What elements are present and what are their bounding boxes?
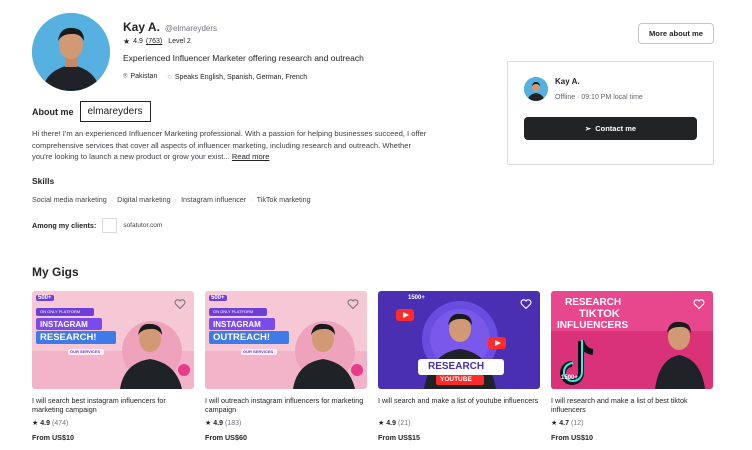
- gig-banner-text: ON ONLY PLATFORM: [213, 309, 254, 314]
- gig-headline-1: INSTAGRAM: [40, 320, 88, 329]
- clients-row: Among my clients: sofatutor.com: [32, 218, 162, 233]
- gig-rating: ★ 4.7 (12): [551, 419, 713, 428]
- gig-rating: ★ 4.9 (474): [32, 419, 194, 428]
- gig-headline-1: INSTAGRAM: [213, 320, 261, 329]
- star-icon: ★: [123, 37, 131, 46]
- profile-name-row: Kay A. @elmareyders: [123, 20, 217, 34]
- star-icon: ★: [551, 420, 558, 427]
- gig-title[interactable]: I will research and make a list of best …: [551, 396, 713, 415]
- skills-title: Skills: [32, 176, 55, 186]
- gig-thumbnail[interactable]: RESEARCH TIKTOK INFLUENCERS 1500+: [551, 291, 713, 389]
- gig-badge: 1500+: [408, 295, 425, 301]
- heart-icon[interactable]: [174, 298, 186, 310]
- send-icon: ➢: [584, 124, 592, 133]
- gig-title[interactable]: I will search and make a list of youtube…: [378, 396, 540, 415]
- gig-rating-count: (21): [398, 419, 411, 427]
- rating-value: 4.9: [133, 38, 143, 45]
- gig-card[interactable]: RESEARCH TIKTOK INFLUENCERS 1500+ I will…: [551, 291, 713, 442]
- languages-text: Speaks English, Spanish, German, French: [174, 73, 308, 81]
- star-icon: ★: [205, 420, 212, 427]
- gig-headline-2: YOUTUBE: [440, 376, 472, 383]
- skill-item[interactable]: Digital marketing: [117, 195, 171, 204]
- gig-rating-value: 4.9: [386, 419, 397, 427]
- gigs-title: My Gigs: [32, 265, 79, 279]
- about-overlay-label: elmareyders: [79, 101, 151, 122]
- contact-me-button[interactable]: ➢ Contact me: [524, 117, 697, 140]
- contact-avatar: [524, 77, 548, 101]
- location-text: Pakistan: [130, 73, 158, 80]
- gig-card[interactable]: 1500+ RESEARCH YOUTUBE I will search and…: [378, 291, 540, 442]
- clients-label: Among my clients:: [32, 221, 97, 230]
- separator: ·: [250, 195, 253, 204]
- gig-price: From US$10: [551, 433, 593, 442]
- location-pin-icon: ⌾: [123, 71, 128, 80]
- gig-price: From US$10: [32, 433, 74, 442]
- about-header: About me elmareyders: [32, 101, 151, 122]
- about-body: Hi there! I'm an experienced Influencer …: [32, 129, 427, 161]
- gig-headline-2: RESEARCH!: [40, 332, 97, 343]
- profile-avatar: [32, 13, 110, 91]
- gig-services: OUR SERVICES: [243, 349, 274, 354]
- contact-status: Offline · 09:10 PM local time: [555, 94, 643, 101]
- gig-rating-count: (183): [225, 419, 242, 427]
- gig-rating-value: 4.9: [213, 419, 224, 427]
- gig-thumbnail[interactable]: 500+ ON ONLY PLATFORM INSTAGRAM OUTREACH…: [205, 291, 367, 389]
- gig-headline-2: OUTREACH!: [213, 332, 270, 343]
- heart-icon[interactable]: [520, 298, 532, 310]
- separator: ·: [110, 195, 114, 204]
- gig-title[interactable]: I will search best instagram influencers…: [32, 396, 194, 415]
- about-title: About me: [32, 106, 74, 117]
- profile-rating: ★ 4.9 (763) Level 2: [123, 37, 191, 46]
- contact-card: Kay A. Offline · 09:10 PM local time ➢ C…: [507, 61, 714, 165]
- gig-rating: ★ 4.9 (21): [378, 419, 540, 428]
- gig-rating-count: (474): [52, 419, 69, 427]
- gig-rating-count: (12): [571, 419, 584, 427]
- about-text: Hi there! I'm an experienced Influencer …: [32, 128, 432, 163]
- profile-handle: @elmareyders: [164, 24, 218, 33]
- gig-thumbnail[interactable]: 1500+ RESEARCH YOUTUBE: [378, 291, 540, 389]
- location-item: ⌾ Pakistan: [123, 71, 157, 81]
- separator: ·: [174, 195, 178, 204]
- gig-title[interactable]: I will outreach instagram influencers fo…: [205, 396, 367, 415]
- gig-badge: 500+: [36, 295, 54, 301]
- contact-name: Kay A.: [555, 77, 580, 86]
- profile-meta: ⌾ Pakistan ◌ Speaks English, Spanish, Germ…: [123, 71, 307, 81]
- gig-badge: 1500+: [561, 375, 578, 381]
- gig-headline-1: RESEARCH: [428, 361, 485, 372]
- seller-level: Level 2: [168, 38, 191, 45]
- rating-count-link[interactable]: (763): [146, 38, 162, 45]
- gig-card[interactable]: 500+ ON ONLY PLATFORM INSTAGRAM RESEARCH…: [32, 291, 194, 442]
- gig-headline-1: RESEARCH: [565, 297, 622, 308]
- profile-tagline: Experienced Influencer Marketer offering…: [123, 53, 364, 63]
- gig-headline-2: TIKTOK: [579, 308, 620, 320]
- skills-list: Social media marketing · Digital marketin…: [32, 195, 311, 204]
- skill-item[interactable]: Instagram influencer: [181, 195, 246, 204]
- read-more-link[interactable]: Read more: [232, 152, 270, 161]
- profile-name[interactable]: Kay A.: [123, 20, 160, 34]
- skill-item[interactable]: Social media marketing: [32, 195, 107, 204]
- client-name: sofatutor.com: [123, 222, 163, 229]
- gig-services: OUR SERVICES: [70, 349, 101, 354]
- chat-bubble-icon: ◌: [167, 71, 172, 81]
- skill-item[interactable]: TikTok marketing: [257, 195, 311, 204]
- star-icon: ★: [32, 420, 39, 427]
- contact-me-label: Contact me: [595, 124, 637, 133]
- gig-headline-3: INFLUENCERS: [557, 320, 629, 331]
- heart-icon[interactable]: [347, 298, 359, 310]
- more-about-button[interactable]: More about me: [638, 23, 714, 44]
- languages-item: ◌ Speaks English, Spanish, German, French: [167, 72, 307, 81]
- client-logo: [102, 218, 118, 233]
- gig-rating: ★ 4.9 (183): [205, 419, 367, 428]
- gig-price: From US$60: [205, 433, 247, 442]
- gig-rating-value: 4.9: [40, 419, 51, 427]
- heart-icon[interactable]: [693, 298, 705, 310]
- star-icon: ★: [378, 420, 385, 427]
- gig-banner-text: ON ONLY PLATFORM: [40, 309, 81, 314]
- gig-price: From US$15: [378, 433, 420, 442]
- gig-card[interactable]: 500+ ON ONLY PLATFORM INSTAGRAM OUTREACH…: [205, 291, 367, 442]
- gig-badge: 500+: [209, 295, 227, 301]
- gig-thumbnail[interactable]: 500+ ON ONLY PLATFORM INSTAGRAM RESEARCH…: [32, 291, 194, 389]
- gig-rating-value: 4.7: [559, 419, 570, 427]
